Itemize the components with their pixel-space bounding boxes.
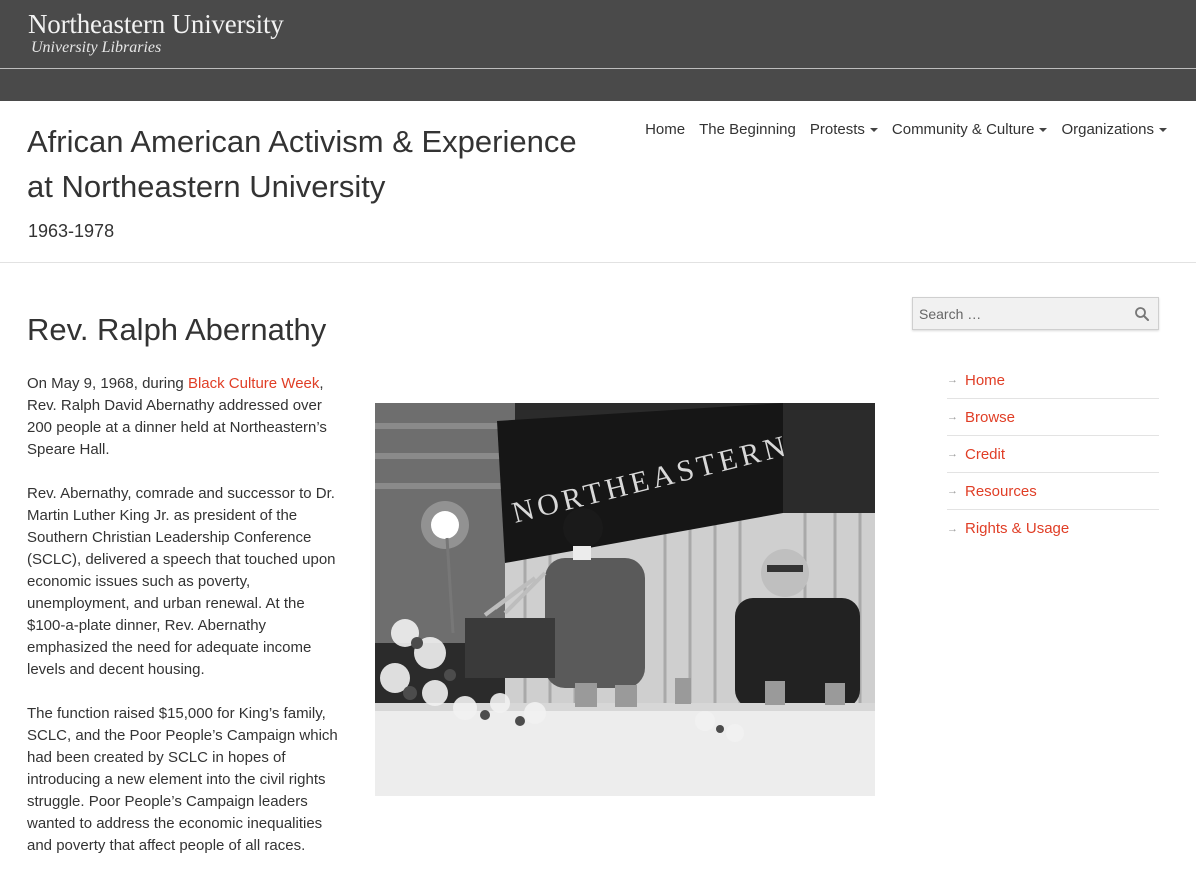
caret-down-icon bbox=[1159, 128, 1167, 132]
nav-item-the-beginning[interactable]: The Beginning bbox=[692, 121, 803, 138]
sidebar-menu: → Home → Browse → Credit → Resources → Rights… bbox=[947, 362, 1159, 547]
caret-down-icon bbox=[869, 128, 878, 132]
sidebar-item-rights-usage[interactable]: → Rights & Usage bbox=[947, 510, 1159, 547]
arrow-right-icon: → bbox=[947, 522, 958, 535]
sidebar-item-resources[interactable]: → Resources bbox=[947, 473, 1159, 510]
nav-item-organizations[interactable]: Organizations bbox=[1054, 121, 1174, 138]
article-paragraph-2: Rev. Abernathy, comrade and successor to… bbox=[27, 485, 336, 678]
nav-item-label: The Beginning bbox=[699, 121, 796, 138]
search-input[interactable] bbox=[913, 298, 1123, 329]
site-title-line-1: African American Activism & Experience bbox=[27, 124, 577, 159]
abernathy-speech-photo[interactable]: NORTHEASTERN bbox=[375, 403, 875, 796]
sidebar-item-credit[interactable]: → Credit bbox=[947, 436, 1159, 473]
photo-illustration: NORTHEASTERN bbox=[375, 403, 875, 796]
nav-item-label: Protests bbox=[809, 121, 865, 138]
arrow-right-icon: → bbox=[947, 448, 958, 460]
sidebar-item-label: Resources bbox=[965, 482, 1037, 500]
search-box bbox=[912, 297, 1159, 330]
article-paragraph-3: The function raised $15,000 for King’s f… bbox=[27, 705, 338, 854]
header-divider-line bbox=[0, 68, 1196, 69]
brand-subtitle: University Libraries bbox=[31, 39, 162, 56]
nav-item-home[interactable]: Home bbox=[638, 121, 692, 138]
arrow-right-icon: → bbox=[947, 374, 958, 386]
brand-name: Northeastern University bbox=[28, 9, 284, 39]
university-header-bar: Northeastern University University Libra… bbox=[0, 0, 1196, 101]
site-title[interactable]: African American Activism & Experience a… bbox=[27, 119, 597, 209]
sidebar-item-label: Browse bbox=[965, 408, 1016, 426]
nav-item-label: Home bbox=[645, 121, 686, 138]
sidebar-item-label: Credit bbox=[965, 445, 1006, 463]
nav-item-label: Organizations bbox=[1061, 121, 1154, 138]
sidebar-item-home[interactable]: → Home bbox=[947, 362, 1159, 399]
university-logo[interactable]: Northeastern University University Libra… bbox=[28, 8, 284, 56]
page-title: Rev. Ralph Abernathy bbox=[27, 312, 327, 347]
site-title-line-2: at Northeastern University bbox=[27, 169, 386, 204]
caret-down-icon bbox=[1039, 128, 1048, 132]
sidebar-item-label: Home bbox=[965, 371, 1006, 389]
search-icon[interactable] bbox=[1134, 306, 1150, 322]
nav-item-community-culture[interactable]: Community & Culture bbox=[885, 121, 1055, 138]
article-body: On May 9, 1968, during Black Culture Wee… bbox=[27, 373, 342, 869]
arrow-right-icon: → bbox=[947, 485, 958, 497]
main-navigation: Home The Beginning Protests Community & … bbox=[638, 121, 1174, 138]
nav-item-label: Community & Culture bbox=[891, 121, 1035, 138]
paragraph-text: On May 9, 1968, during bbox=[27, 375, 188, 392]
sidebar-item-label: Rights & Usage bbox=[965, 520, 1070, 537]
site-dates: 1963-1978 bbox=[28, 221, 115, 241]
sidebar-item-browse[interactable]: → Browse bbox=[947, 399, 1159, 436]
site-header-divider bbox=[0, 262, 1196, 263]
arrow-right-icon: → bbox=[947, 411, 958, 423]
nav-item-protests[interactable]: Protests bbox=[803, 121, 885, 138]
article-paragraph-1: On May 9, 1968, during Black Culture Wee… bbox=[27, 373, 342, 461]
black-culture-week-link[interactable]: Black Culture Week bbox=[188, 375, 319, 392]
